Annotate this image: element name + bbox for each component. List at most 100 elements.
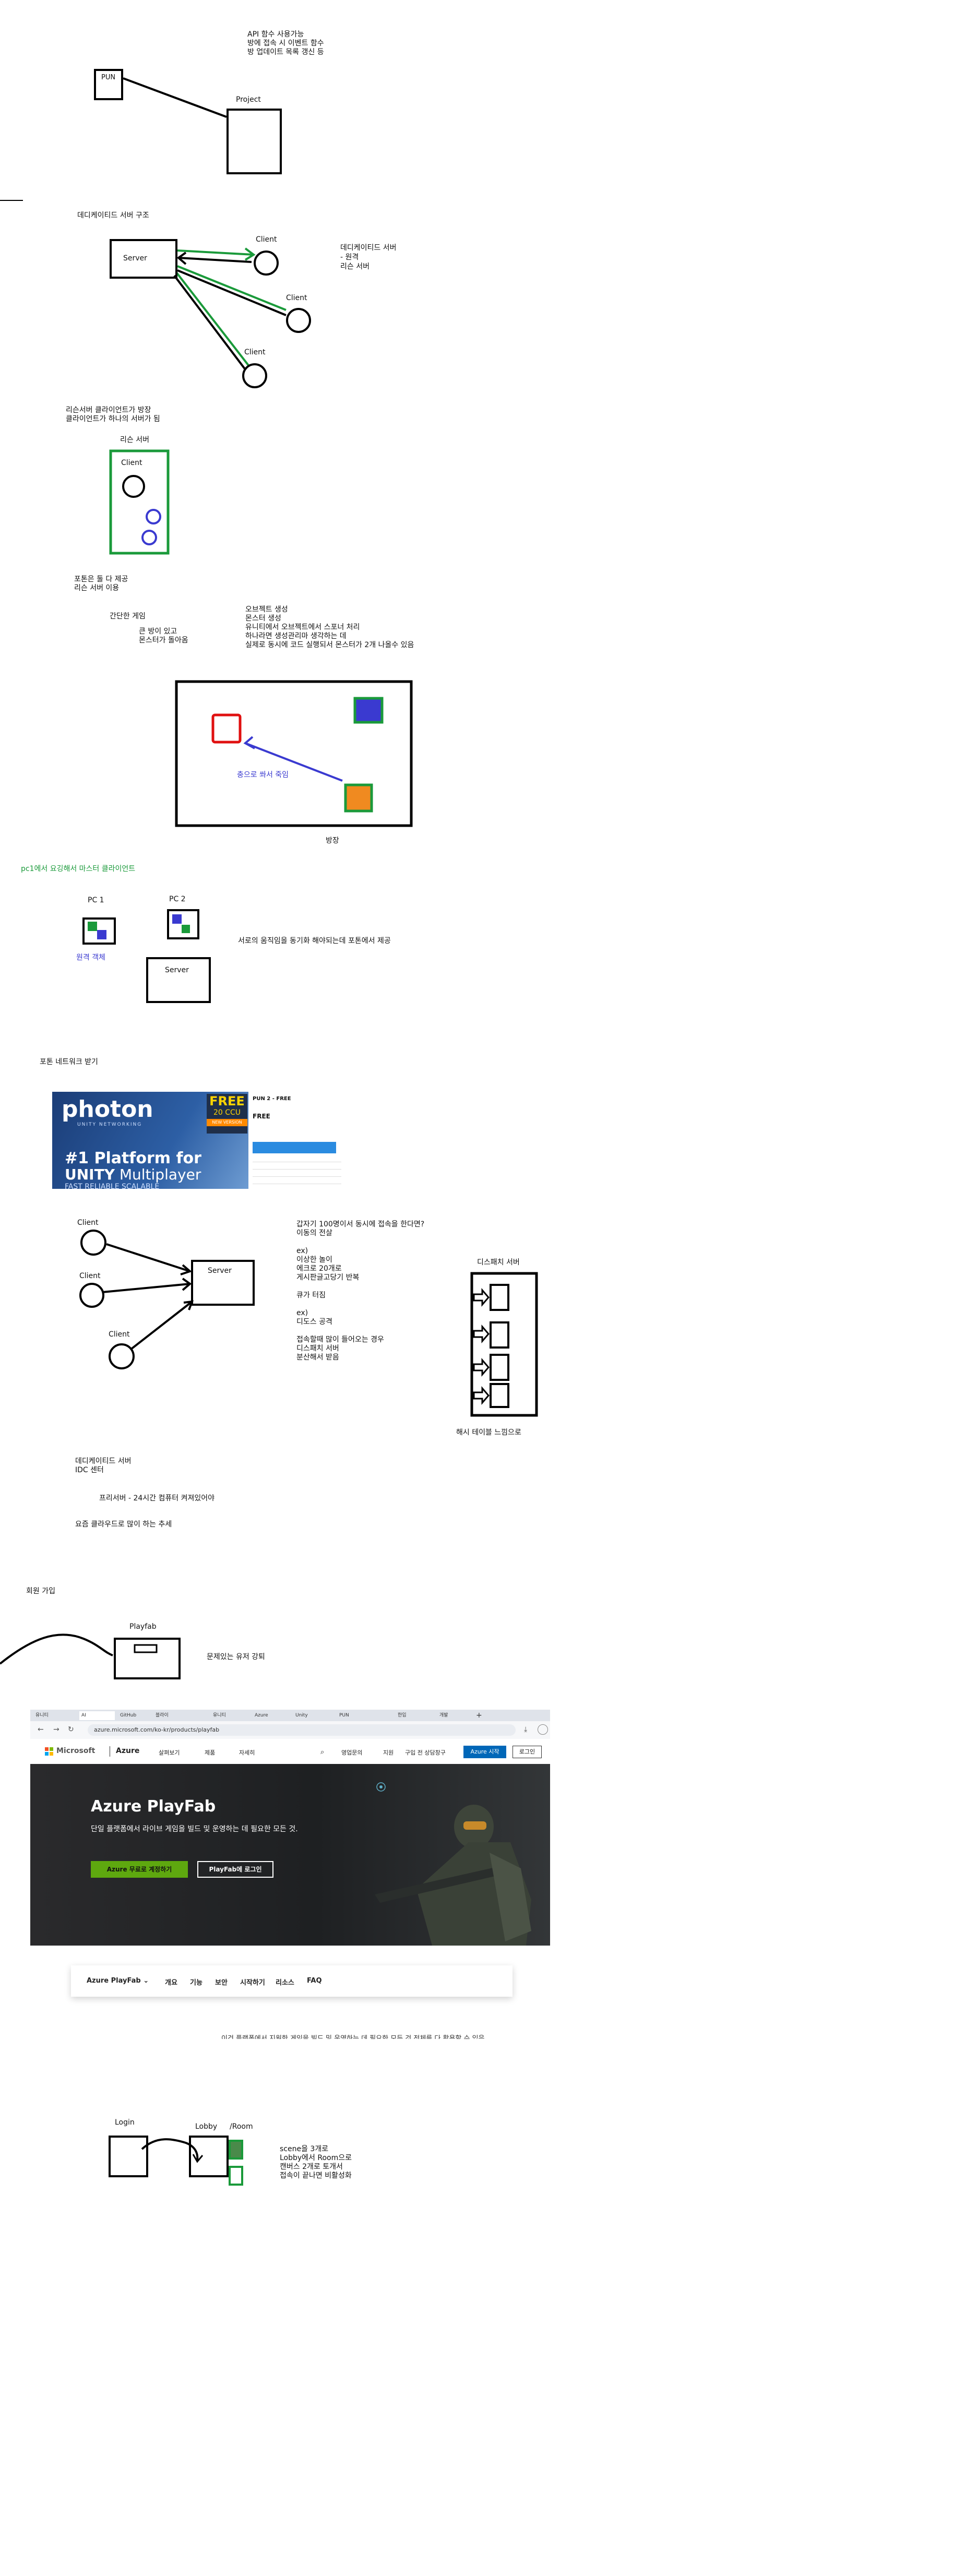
pc1-label: PC 1 (88, 896, 104, 904)
browser-tab[interactable]: 블라이 (153, 1711, 187, 1720)
browser-tab[interactable]: Azure (253, 1711, 286, 1720)
playfab-box (114, 1638, 181, 1679)
lobby-box (189, 2136, 229, 2177)
azure-top-nav: Microsoft Azure 살펴보기 제품 자세히 ⌕ 영업문의 지원 구입… (30, 1739, 550, 1764)
subnav-item[interactable]: 보안 (215, 1977, 228, 1987)
photon-both-notes: 포톤은 둘 다 제공 리슨 서버 이용 (74, 575, 128, 592)
playfab-label: Playfab (129, 1623, 157, 1631)
divider (253, 1176, 341, 1177)
pc2-label: PC 2 (169, 895, 186, 903)
free-account-button[interactable]: Azure 무료로 계정하기 (91, 1861, 188, 1878)
object-notes: 오브젝트 생성 몬스터 생성 유니티에서 오브젝트에서 스포너 처리 하나라면 … (245, 605, 414, 649)
dedicated-title: 데디케이티드 서버 구조 (77, 211, 149, 220)
nav-right-item[interactable]: 지원 (383, 1748, 394, 1757)
microsoft-logo-icon (45, 1747, 53, 1756)
reload-icon[interactable]: ↻ (68, 1725, 74, 1734)
nav-right-item[interactable]: 영업문의 (341, 1748, 362, 1757)
asset-add-button[interactable] (253, 1142, 336, 1153)
browser-tab[interactable]: 유니티 (211, 1711, 244, 1720)
simple-game-label: 간단한 게임 (110, 612, 146, 621)
photon-asset-image: photon UNITY NETWORKING #1 Platform for … (52, 1092, 349, 1189)
drawing-layer (0, 77, 538, 2186)
browser-tab[interactable]: PUN (337, 1711, 371, 1720)
server-label: Server (123, 254, 147, 263)
sync-server-box (146, 957, 211, 1003)
browser-tab[interactable]: Unity (293, 1711, 327, 1720)
browser-screenshot: 유니티 AI GitHub 블라이 유니티 Azure Unity PUN 한입… (30, 1710, 550, 2004)
client-circle (242, 363, 267, 388)
free-server-note: 프리서버 - 24시간 컴퓨터 켜져있어야 (99, 1494, 215, 1502)
browser-tab-bar: 유니티 AI GitHub 블라이 유니티 Azure Unity PUN 한입… (30, 1710, 550, 1721)
subnav-brand[interactable]: Azure PlayFab ⌄ (87, 1977, 149, 1985)
browser-tab-active[interactable]: AI (79, 1711, 115, 1720)
azure-start-button[interactable]: Azure 시작 (463, 1746, 506, 1758)
free-badge-ccu: 20 CCU (213, 1108, 241, 1117)
nav-right-item[interactable]: 구입 전 상담창구 (405, 1748, 446, 1757)
asset-store-panel: PUN 2 - FREE FREE (248, 1092, 349, 1189)
sync-title: pc1에서 요깅해서 마스터 클라이언트 (21, 865, 136, 873)
dedicated-side-notes: 데디케이티드 서버 - 원격 리슨 서버 (340, 244, 397, 271)
photon-logo-sub: UNITY NETWORKING (77, 1122, 142, 1127)
azure-brand[interactable]: Azure (116, 1747, 139, 1755)
free-badge: FREE 20 CCU NEW VERSION (207, 1094, 247, 1134)
client-label: Client (256, 235, 277, 244)
client-label: Client (79, 1272, 101, 1280)
nav-item[interactable]: 자세히 (239, 1748, 255, 1757)
microsoft-brand[interactable]: Microsoft (56, 1747, 95, 1755)
profile-icon[interactable] (538, 1724, 548, 1735)
subnav-item[interactable]: 리소스 (276, 1977, 294, 1987)
client-label: Client (77, 1219, 99, 1227)
scene-notes: scene을 3개로 Lobby에서 Room으로 캔버스 2개로 토개서 접속… (280, 2145, 352, 2180)
client-circle (286, 308, 311, 333)
nav-item[interactable]: 제품 (205, 1748, 215, 1757)
login-button[interactable]: 로그인 (513, 1746, 542, 1758)
subnav-item[interactable]: 기능 (190, 1977, 202, 1987)
playfab-hero: Azure PlayFab 단일 플랫폼에서 라이브 게임을 빌드 및 운영하는… (30, 1764, 550, 1946)
photon-tagline2: UNITY Multiplayer (65, 1166, 201, 1183)
client-label: Client (109, 1330, 130, 1339)
hero-description: 단일 플랫폼에서 라이브 게임을 빌드 및 운영하는 데 필요한 모든 것. (91, 1825, 298, 1833)
cloud-trend-note: 요즘 클라우드로 많이 하는 추세 (75, 1520, 172, 1529)
sync-desc: 서로의 움직임을 동기화 해야되는데 포톤에서 제공 (238, 937, 391, 945)
photon-logo: photon (62, 1096, 153, 1123)
client-circle (80, 1230, 106, 1256)
search-icon[interactable]: ⌕ (320, 1748, 324, 1756)
client-circle (109, 1343, 135, 1369)
client-circle (254, 251, 279, 276)
new-tab-icon[interactable]: + (474, 1711, 486, 1720)
browser-tab[interactable]: 한입 (396, 1711, 429, 1720)
browser-tab[interactable]: GitHub (118, 1711, 151, 1720)
product-subnav: Azure PlayFab ⌄ 개요 기능 보안 시작하기 리소스 FAQ (71, 1965, 513, 1997)
hero-title: Azure PlayFab (91, 1797, 216, 1816)
asset-price: FREE (253, 1113, 270, 1120)
asset-title: PUN 2 - FREE (253, 1096, 291, 1102)
client-circle (79, 1283, 104, 1308)
listen-label: 리슨 서버 (120, 436, 149, 444)
subnav-item[interactable]: 개요 (165, 1977, 177, 1987)
subnav-item[interactable]: FAQ (307, 1977, 322, 1985)
download-icon[interactable]: ⤓ (524, 1725, 527, 1734)
browser-tab[interactable]: 개발 (437, 1711, 471, 1720)
subnav-item[interactable]: 시작하기 (240, 1977, 265, 1987)
photon-tagline: #1 Platform for (65, 1149, 201, 1167)
clipped-text: 이건 플랫폼에서 지원한 게임을 빌드 및 운영하는 데 필요한 모든 것 전체… (221, 2035, 485, 2039)
address-bar-row: ← → ↻ azure.microsoft.com/ko-kr/products… (30, 1721, 550, 1739)
owner-label: 방장 (326, 837, 339, 845)
forward-icon[interactable]: → (53, 1725, 59, 1734)
playfab-login-button[interactable]: PlayFab에 로그인 (197, 1861, 273, 1878)
login-box (109, 2136, 148, 2177)
room-label: /Room (230, 2122, 253, 2131)
photon-network-label: 포톤 네트워크 받기 (40, 1058, 98, 1066)
kill-label: 충으로 쏴서 죽임 (237, 771, 289, 779)
nav-item[interactable]: 살펴보기 (159, 1748, 180, 1757)
sync-server-label: Server (165, 966, 189, 974)
hash-table-label: 해시 테이블 느낌으로 (456, 1428, 521, 1437)
client-label: Client (244, 348, 266, 356)
url-field[interactable]: azure.microsoft.com/ko-kr/products/playf… (88, 1724, 516, 1736)
back-icon[interactable]: ← (38, 1725, 44, 1734)
dispatch-title: 디스패치 서버 (477, 1258, 520, 1267)
browser-tab[interactable]: 유니티 (33, 1711, 67, 1720)
divider (253, 1169, 341, 1170)
network-server-label: Server (208, 1267, 232, 1275)
remote-object-label: 원격 객체 (76, 953, 105, 962)
